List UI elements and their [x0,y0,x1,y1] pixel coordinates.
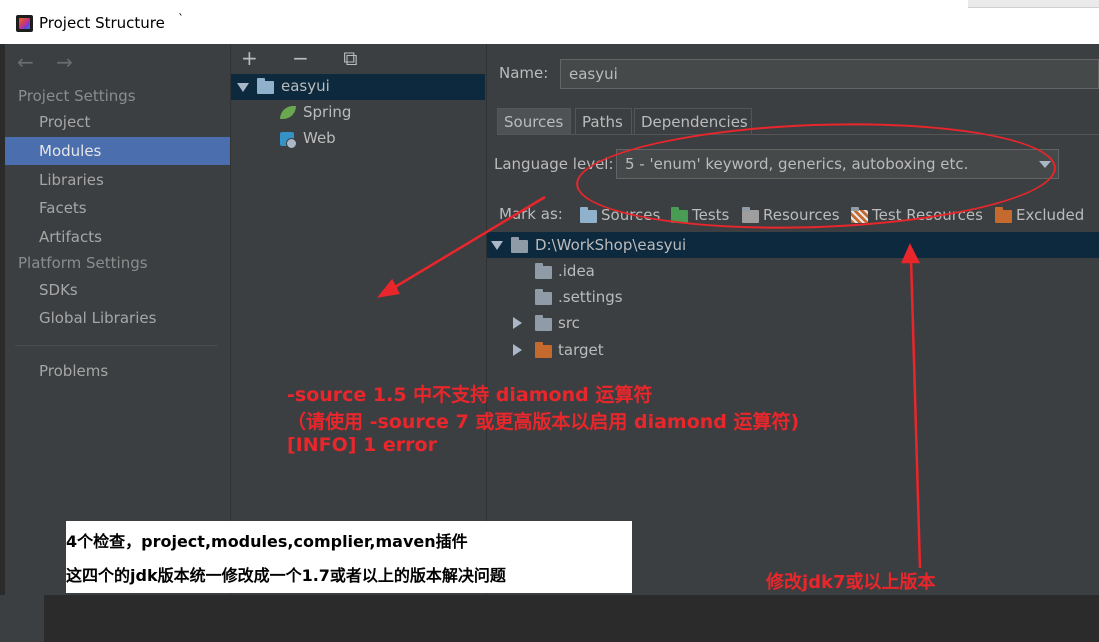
note-line-2: 这四个的jdk版本统一修改成一个1.7或者以上的版本解决问题 [66,566,506,585]
annotation-note-box: 4个检查，project,modules,complier,maven插件 这四… [66,521,632,593]
annotation-error-line2: （请使用 -source 7 或更高版本以启用 diamond 运算符) [287,411,800,433]
annotation-arrow-up [909,257,922,569]
annotation-error-line3: [INFO] 1 error [287,434,437,456]
annotation-arrowhead-up [901,243,921,264]
annotation-fix-hint: 修改jdk7或以上版本 [766,572,936,593]
note-line-1: 4个检查，project,modules,complier,maven插件 [66,532,468,551]
annotation-error-line1: -source 1.5 中不支持 diamond 运算符 [287,384,653,406]
annotation-arrow-left [389,195,546,292]
annotation-arrowhead-left [376,278,400,298]
